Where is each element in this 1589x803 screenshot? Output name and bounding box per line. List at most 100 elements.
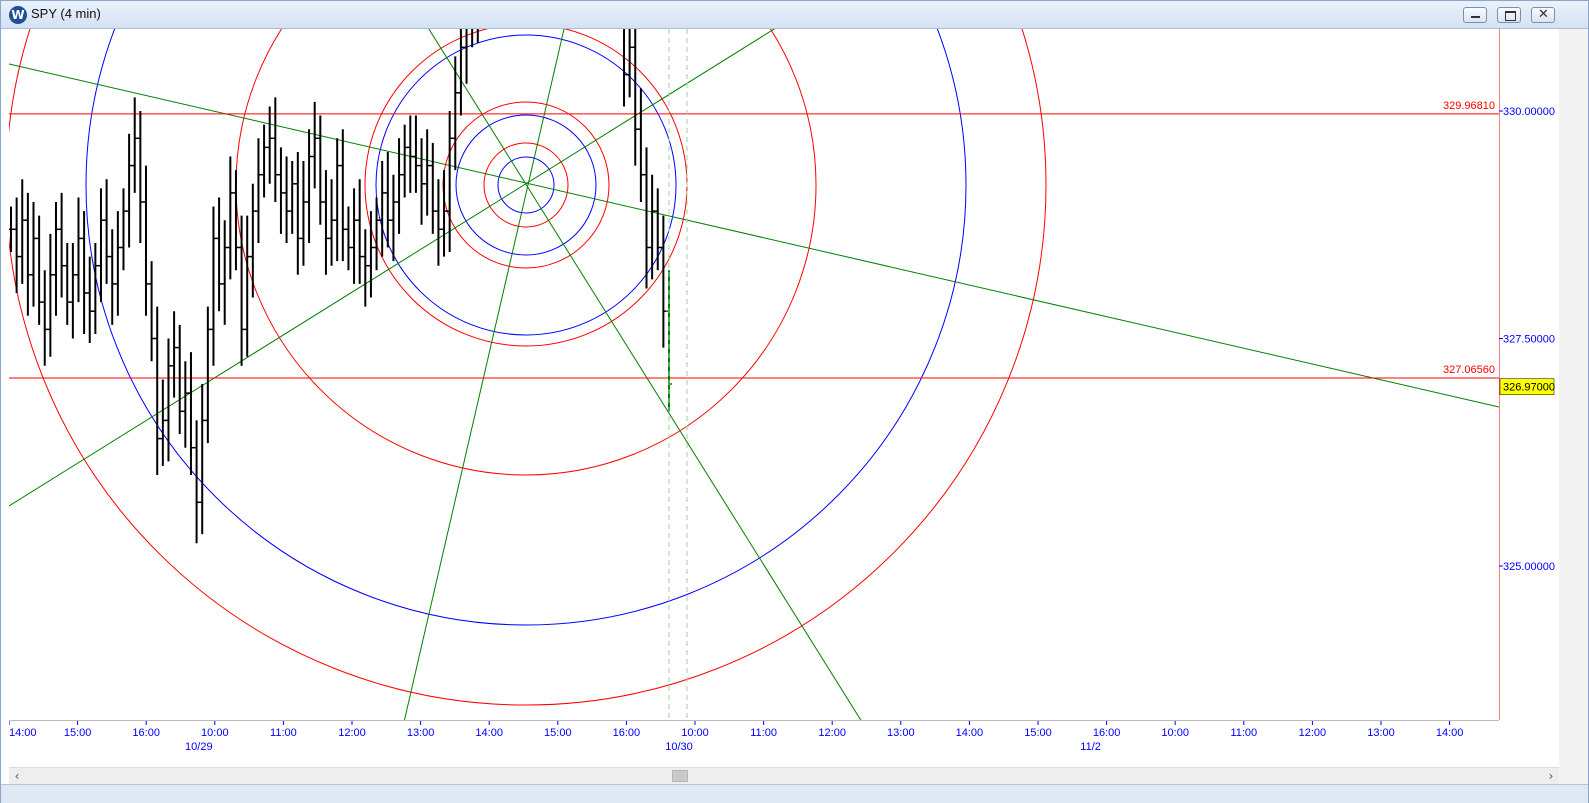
time-tick-label: 10:00 xyxy=(1161,727,1189,739)
date-label: 10/30 xyxy=(665,741,693,753)
price-bar xyxy=(109,229,116,325)
price-bar xyxy=(24,192,31,316)
price-bar xyxy=(356,179,363,284)
date-label: 11/2 xyxy=(1080,741,1101,753)
time-tick-label: 13:00 xyxy=(887,727,915,739)
price-bar xyxy=(311,101,318,189)
scroll-right-icon[interactable]: › xyxy=(1543,768,1559,784)
price-bar xyxy=(384,151,391,248)
price-bar xyxy=(216,197,223,312)
title-bar[interactable]: W SPY (4 min) ✕ xyxy=(1,1,1588,29)
time-tick-label: 14:00 xyxy=(956,727,984,739)
price-bar xyxy=(367,211,374,298)
time-tick-label: 14:00 xyxy=(1436,727,1464,739)
time-tick-label: 11:00 xyxy=(1230,727,1257,739)
trend-line xyxy=(9,63,1499,408)
time-tick-label: 15:00 xyxy=(1024,727,1052,739)
level-label: 327.06560 xyxy=(1443,364,1495,376)
price-bar xyxy=(435,179,442,266)
price-bar xyxy=(261,124,268,198)
price-bars xyxy=(9,29,672,544)
close-button[interactable]: ✕ xyxy=(1531,7,1555,23)
price-axis[interactable]: 322.50000325.00000327.50000330.00000332.… xyxy=(1498,29,1559,801)
time-tick-label: 11:00 xyxy=(270,727,297,739)
price-bar xyxy=(69,242,76,339)
price-tick-label: 330.00000 xyxy=(1503,106,1555,118)
restore-button[interactable] xyxy=(1497,7,1521,23)
price-bar xyxy=(154,306,161,475)
price-axis-svg: 322.50000325.00000327.50000330.00000332.… xyxy=(1498,29,1555,801)
time-tick-label: 16:00 xyxy=(1093,727,1121,739)
price-bar xyxy=(199,384,206,535)
price-bar xyxy=(339,129,346,262)
price-bar xyxy=(396,138,403,234)
time-axis-svg: 14:00 15:00 16:00 10:00 11:00 12:00 13:00 14:00… xyxy=(8,721,1532,753)
time-tick-label: 13:00 xyxy=(1367,727,1395,739)
time-tick-label: 10:00 xyxy=(681,727,709,739)
time-tick-label: 12:00 xyxy=(1299,727,1327,739)
horizontal-scrollbar[interactable]: ‹ › xyxy=(9,767,1559,784)
time-tick-label: 12:00 xyxy=(818,727,846,739)
scroll-left-icon[interactable]: ‹ xyxy=(9,768,25,784)
chart-window: W SPY (4 min) ✕ 329.96810327.06560 322.5… xyxy=(0,0,1589,803)
price-bar xyxy=(142,165,149,316)
gann-circle xyxy=(85,29,967,626)
price-bar xyxy=(30,202,37,307)
price-bar xyxy=(654,188,661,271)
price-bar xyxy=(249,183,256,298)
gann-circle xyxy=(235,29,817,476)
last-price-tag: 326.97000 xyxy=(1499,378,1555,395)
price-tick-label: 325.00000 xyxy=(1503,561,1555,573)
scroll-thumb[interactable] xyxy=(672,770,688,782)
price-bar xyxy=(41,270,48,366)
price-bar xyxy=(159,379,166,466)
price-bar xyxy=(289,161,296,234)
window-title: SPY (4 min) xyxy=(31,6,101,21)
price-bar xyxy=(660,215,667,348)
gann-circle xyxy=(9,29,1047,706)
level-label: 329.96810 xyxy=(1443,100,1495,112)
price-bar xyxy=(277,147,284,234)
minimize-button[interactable] xyxy=(1463,7,1487,23)
price-bar xyxy=(204,306,211,444)
price-chart-svg: 329.96810 327.06560 xyxy=(9,29,1499,720)
chart-plot-area[interactable]: 329.96810 327.06560 xyxy=(9,29,1499,720)
price-bar xyxy=(58,192,65,298)
time-tick-label: 10:00 xyxy=(201,727,229,739)
price-bar xyxy=(401,124,408,198)
price-bar xyxy=(632,29,639,166)
price-bar xyxy=(463,29,468,84)
right-panel xyxy=(1559,29,1588,784)
price-bar xyxy=(418,138,425,225)
time-tick-label: 12:00 xyxy=(338,727,366,739)
price-bar xyxy=(238,215,245,366)
price-bar xyxy=(86,256,93,344)
price-bar xyxy=(322,170,329,275)
price-bar xyxy=(345,206,352,271)
price-tick-label: 327.50000 xyxy=(1503,334,1555,346)
price-bar xyxy=(182,361,189,448)
price-bar xyxy=(272,97,279,202)
restore-icon xyxy=(1505,11,1516,21)
w-app-icon: W xyxy=(9,6,27,24)
trend-line xyxy=(428,29,862,720)
price-bar xyxy=(362,229,369,307)
price-bar xyxy=(623,29,628,107)
price-bar xyxy=(441,170,448,257)
price-bar xyxy=(97,188,104,303)
price-bar xyxy=(47,233,54,357)
price-bar xyxy=(210,206,217,366)
price-bar xyxy=(283,156,290,243)
price-bar xyxy=(637,88,644,202)
price-bar xyxy=(351,188,358,284)
price-bar xyxy=(165,338,172,462)
price-bar xyxy=(328,179,335,266)
price-bar xyxy=(36,215,43,325)
price-bar xyxy=(300,161,307,266)
price-bar xyxy=(137,111,144,243)
time-tick-label: 15:00 xyxy=(64,727,92,739)
time-tick-label: 16:00 xyxy=(132,727,160,739)
price-bar xyxy=(120,188,127,271)
price-bar xyxy=(390,174,397,262)
time-axis[interactable]: 14:00 15:00 16:00 10:00 11:00 12:00 13:00 14:00… xyxy=(8,720,1532,761)
